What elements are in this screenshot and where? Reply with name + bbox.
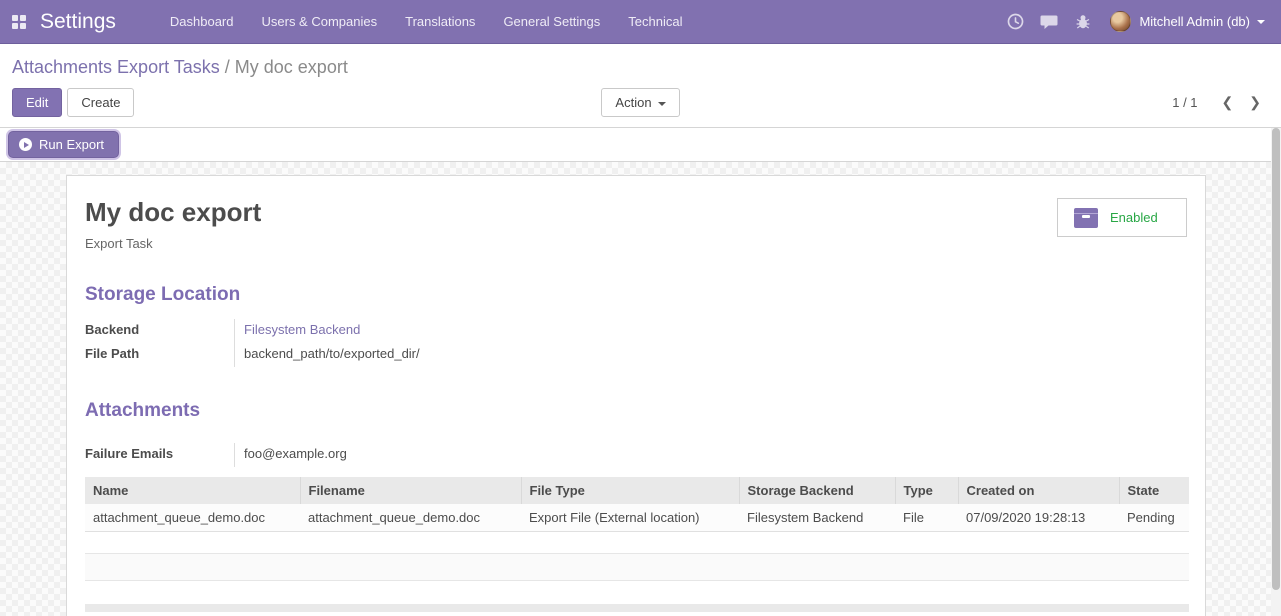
- table-row[interactable]: attachment_queue_demo.doc attachment_que…: [85, 504, 1189, 532]
- enabled-button[interactable]: Enabled: [1057, 198, 1187, 237]
- pager-previous-icon[interactable]: ❮: [1214, 92, 1242, 113]
- record-subtitle: Export Task: [85, 236, 153, 251]
- col-header-file-type[interactable]: File Type: [520, 477, 739, 504]
- cell-name: attachment_queue_demo.doc: [93, 510, 266, 525]
- nav-item-users-companies[interactable]: Users & Companies: [253, 0, 387, 43]
- grid-icon: [12, 14, 26, 29]
- col-header-name[interactable]: Name: [85, 477, 300, 504]
- top-navbar: Settings Dashboard Users & Companies Tra…: [0, 0, 1281, 44]
- cp-left: Edit Create: [12, 88, 431, 117]
- activities-clock-icon[interactable]: [998, 0, 1032, 43]
- archive-icon: [1074, 207, 1098, 228]
- app-title[interactable]: Settings: [32, 10, 130, 34]
- enabled-label: Enabled: [1110, 210, 1158, 225]
- empty-row: [85, 531, 1189, 554]
- messages-chat-icon[interactable]: [1032, 0, 1066, 43]
- attachments-table: Name Filename File Type Storage Backend …: [85, 477, 1189, 612]
- field-label-file-path: File Path: [85, 346, 140, 361]
- form-sheet: My doc export Export Task Enabled Storag…: [66, 175, 1206, 616]
- pager: 1 / 1 ❮ ❯: [850, 92, 1269, 113]
- action-label: Action: [615, 95, 652, 110]
- screen: Settings Dashboard Users & Companies Tra…: [0, 0, 1281, 616]
- col-header-filename[interactable]: Filename: [299, 477, 521, 504]
- avatar: [1110, 11, 1132, 32]
- debug-bug-icon[interactable]: [1066, 0, 1100, 43]
- navbar-right: Mitchell Admin (db): [998, 0, 1271, 43]
- user-menu[interactable]: Mitchell Admin (db): [1100, 0, 1271, 43]
- run-export-label: Run Export: [39, 137, 105, 152]
- col-header-type[interactable]: Type: [894, 477, 958, 504]
- chevron-down-icon: [1257, 19, 1265, 24]
- breadcrumb-current: My doc export: [234, 57, 348, 77]
- control-panel-buttons: Edit Create Action 1 / 1 ❮ ❯: [12, 88, 1269, 117]
- nav-item-dashboard[interactable]: Dashboard: [161, 0, 243, 43]
- field-row-failure-emails: Failure Emails foo@example.org: [85, 443, 1187, 467]
- breadcrumb-separator: /: [219, 57, 235, 77]
- empty-row: [85, 580, 1189, 604]
- navbar-left: Settings Dashboard Users & Companies Tra…: [6, 0, 696, 43]
- field-row-file-path: File Path backend_path/to/exported_dir/: [85, 343, 1187, 367]
- scrollbar-track[interactable]: [1271, 128, 1281, 616]
- action-dropdown-button[interactable]: Action: [601, 88, 680, 117]
- create-button[interactable]: Create: [67, 88, 135, 117]
- run-export-button[interactable]: Run Export: [8, 131, 120, 158]
- apps-menu-icon[interactable]: [6, 0, 32, 43]
- cp-center: Action: [431, 88, 850, 117]
- cell-type: File: [903, 510, 924, 525]
- cell-storage-backend: Filesystem Backend: [747, 510, 864, 525]
- cell-state: Pending: [1127, 510, 1175, 525]
- breadcrumb-parent-link[interactable]: Attachments Export Tasks: [12, 57, 220, 77]
- cell-created-on: 07/09/2020 19:28:13: [966, 510, 1086, 525]
- cell-filename: attachment_queue_demo.doc: [308, 510, 481, 525]
- file-path-value: backend_path/to/exported_dir/: [234, 343, 494, 367]
- failure-emails-value: foo@example.org: [234, 443, 494, 467]
- cell-file-type: Export File (External location): [529, 510, 700, 525]
- control-panel: Attachments Export Tasks / My doc export…: [0, 44, 1281, 127]
- pager-count: 1 / 1: [1172, 95, 1198, 110]
- col-header-state[interactable]: State: [1118, 477, 1189, 504]
- section-heading-storage-location: Storage Location: [85, 284, 241, 305]
- play-icon: [19, 138, 32, 151]
- nav-item-general-settings[interactable]: General Settings: [494, 0, 609, 43]
- field-label-backend: Backend: [85, 322, 140, 337]
- backend-value-link[interactable]: Filesystem Backend: [244, 322, 360, 337]
- scrollbar-thumb[interactable]: [1272, 128, 1280, 590]
- empty-row: [85, 553, 1189, 581]
- table-footer-row: [85, 603, 1189, 612]
- field-row-backend: Backend Filesystem Backend: [85, 319, 1187, 343]
- record-title: My doc export: [85, 197, 262, 227]
- nav-item-technical[interactable]: Technical: [619, 0, 691, 43]
- nav-item-translations[interactable]: Translations: [396, 0, 484, 43]
- section-heading-attachments: Attachments: [85, 400, 201, 421]
- form-background: My doc export Export Task Enabled Storag…: [0, 162, 1281, 616]
- edit-button[interactable]: Edit: [12, 88, 63, 117]
- user-name: Mitchell Admin (db): [1139, 14, 1250, 29]
- form-statusbar: Run Export: [0, 127, 1281, 162]
- field-label-failure-emails: Failure Emails: [85, 446, 174, 461]
- table-header-row: Name Filename File Type Storage Backend …: [85, 477, 1189, 504]
- col-header-created-on[interactable]: Created on: [957, 477, 1119, 504]
- chevron-down-icon: [657, 101, 666, 106]
- col-header-storage-backend[interactable]: Storage Backend: [738, 477, 895, 504]
- sheet-header: My doc export Export Task Enabled: [85, 198, 1187, 251]
- storage-location-fields: Backend Filesystem Backend File Path bac…: [85, 319, 1187, 367]
- attachments-fields: Failure Emails foo@example.org: [85, 443, 1187, 467]
- pager-next-icon[interactable]: ❯: [1241, 92, 1269, 113]
- breadcrumb: Attachments Export Tasks / My doc export: [12, 56, 1269, 78]
